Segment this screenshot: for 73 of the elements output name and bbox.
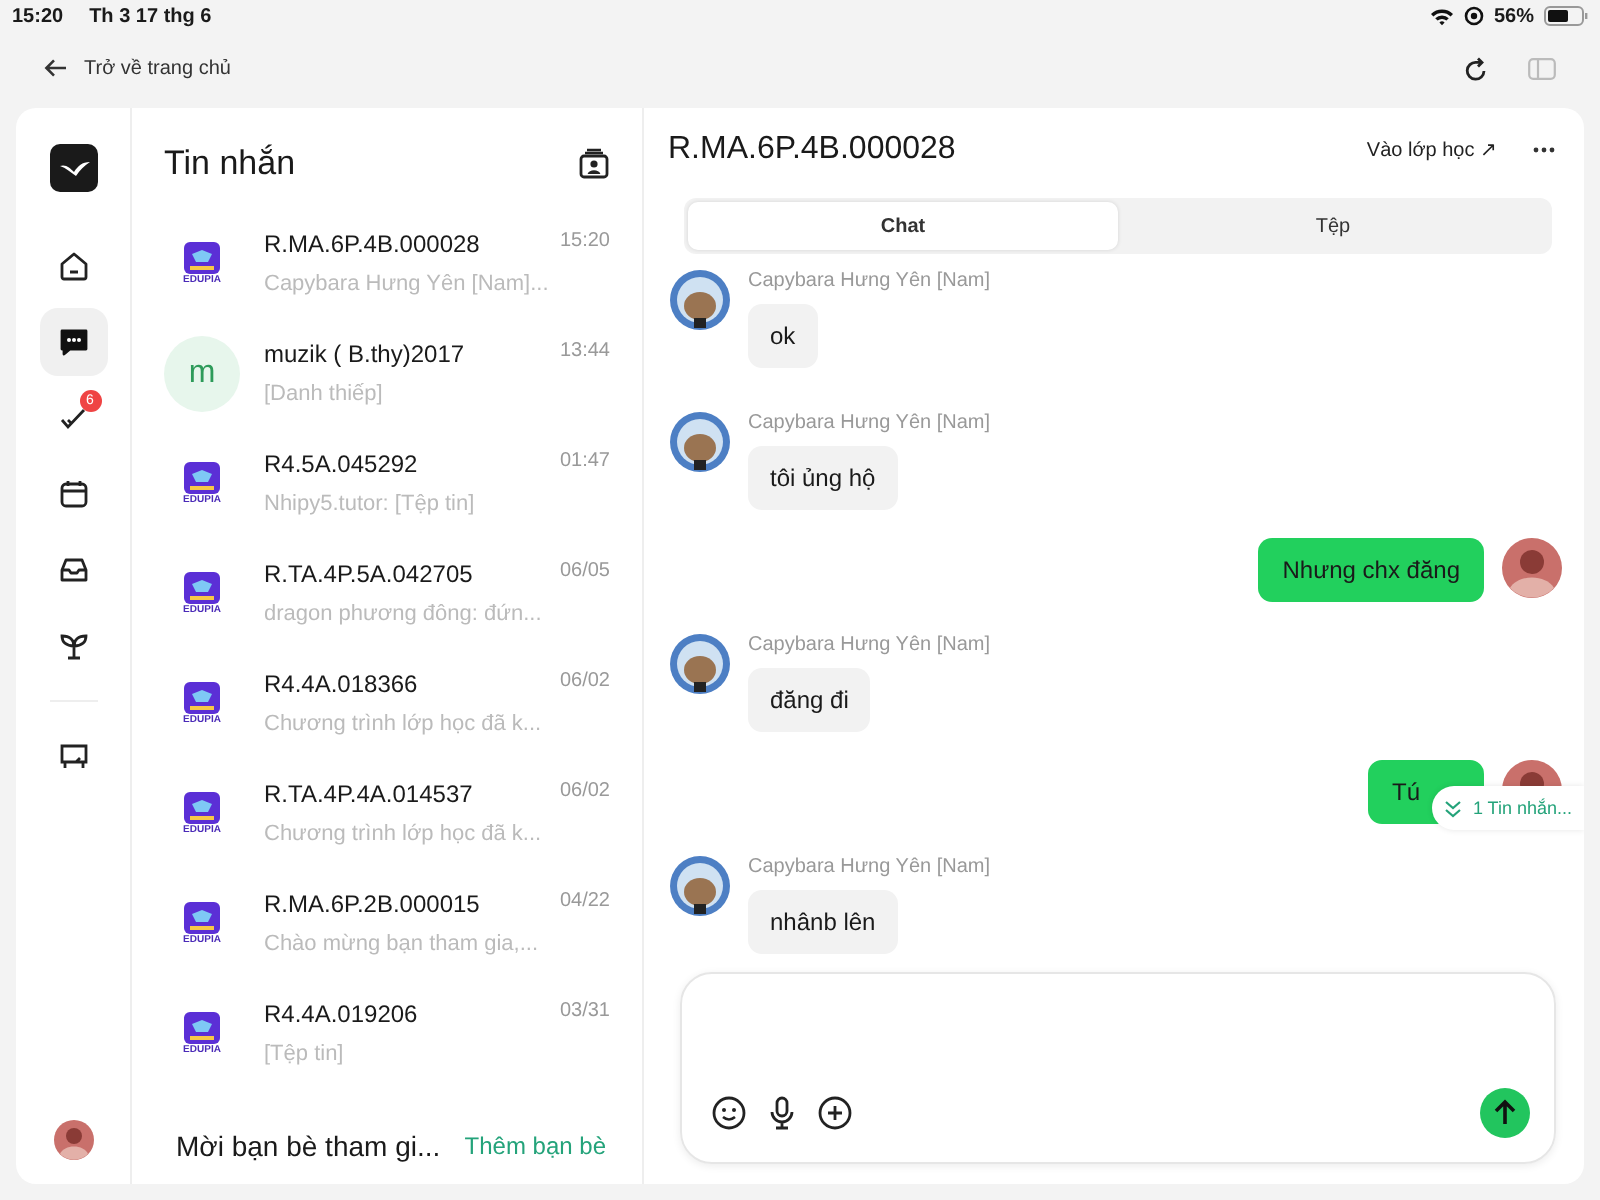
conversation-preview: [Danh thiếp] xyxy=(264,382,385,406)
conversation-name: R4.4A.019206 xyxy=(264,1000,418,1028)
chat-title: R.MA.6P.4B.000028 xyxy=(668,132,956,168)
status-time: 15:20 xyxy=(12,5,64,27)
sender-avatar xyxy=(670,856,730,916)
sender-avatar xyxy=(670,634,730,694)
conversation-time: 04/22 xyxy=(559,890,610,916)
conversation-preview: [Tệp tin] xyxy=(264,1042,346,1066)
sender-name: Capybara Hưng Yên [Nam] xyxy=(748,412,991,434)
message-bubble: đăng đi xyxy=(748,668,871,732)
refresh-icon[interactable] xyxy=(1464,55,1488,81)
sender-avatar xyxy=(670,412,730,472)
conversation-name: R4.4A.018366 xyxy=(264,670,418,698)
conversation-time: 13:44 xyxy=(559,340,610,366)
message-input[interactable] xyxy=(680,972,1556,1164)
my-avatar xyxy=(1502,538,1562,598)
invite-text: Mời bạn bè tham gi... xyxy=(176,1130,441,1162)
conversation-time: 06/05 xyxy=(559,560,610,586)
conversation-time: 06/02 xyxy=(559,670,610,696)
conversation-preview: Capybara Hưng Yên [Nam]... xyxy=(264,272,551,296)
conversation-preview: Chào mừng bạn tham gia,... xyxy=(264,932,540,956)
inbox-icon xyxy=(57,554,89,586)
contacts-icon[interactable] xyxy=(578,148,610,180)
nav-item[interactable] xyxy=(39,308,107,376)
wifi-icon xyxy=(1429,7,1454,25)
conversation-time: 15:20 xyxy=(559,230,610,256)
sender-name: Capybara Hưng Yên [Nam] xyxy=(748,634,991,656)
conversation-name: R.TA.4P.5A.042705 xyxy=(264,560,473,588)
join-class-link[interactable]: Vào lớp học ↗ xyxy=(1366,138,1496,162)
conversation-preview: dragon phương đông: đứn... xyxy=(264,602,544,626)
sprout-icon xyxy=(57,630,89,662)
location-icon xyxy=(1463,6,1484,26)
calendar-icon xyxy=(57,478,89,510)
conversation-time: 06/02 xyxy=(559,780,610,806)
conversation-name: R.MA.6P.2B.000015 xyxy=(264,890,480,918)
conversation-item[interactable]: m muzik ( B.thy)2017 13:44 [Danh thiếp] xyxy=(164,318,642,428)
sender-name: Capybara Hưng Yên [Nam] xyxy=(748,270,991,292)
more-icon[interactable] xyxy=(1532,146,1556,154)
add-icon[interactable] xyxy=(818,1096,852,1130)
back-button[interactable]: Trở về trang chủ xyxy=(40,53,235,83)
back-arrow-icon xyxy=(44,58,68,78)
tab[interactable]: Chat xyxy=(688,202,1118,250)
conversation-name: muzik ( B.thy)2017 xyxy=(264,340,465,368)
send-button[interactable] xyxy=(1480,1088,1530,1138)
message-bubble: ok xyxy=(748,304,818,368)
battery-percent: 56% xyxy=(1493,5,1534,27)
emoji-icon[interactable] xyxy=(712,1096,746,1130)
conversation-time: 03/31 xyxy=(559,1000,610,1026)
chat-icon xyxy=(57,326,89,358)
user-avatar[interactable] xyxy=(53,1120,93,1160)
message-bubble: nhânb lên xyxy=(748,890,898,954)
sender-name: Capybara Hưng Yên [Nam] xyxy=(748,856,991,878)
conversation-time: 01:47 xyxy=(559,450,610,476)
home-icon xyxy=(57,250,89,282)
message-bubble: Nhưng chx đăng xyxy=(1258,538,1484,602)
app-logo-icon xyxy=(49,144,97,192)
message-bubble: tôi ủng hộ xyxy=(748,446,898,510)
tab[interactable]: Tệp xyxy=(1118,202,1548,250)
battery-icon xyxy=(1544,6,1588,26)
list-title: Tin nhắn xyxy=(164,144,296,184)
sidebar-toggle-icon[interactable] xyxy=(1528,57,1556,79)
conversation-preview: Nhipy5.tutor: [Tệp tin] xyxy=(264,492,477,516)
conversation-preview: Chương trình lớp học đã k... xyxy=(264,712,544,736)
sender-avatar xyxy=(670,270,730,330)
conversation-preview: Chương trình lớp học đã k... xyxy=(264,822,544,846)
conversation-name: R4.5A.045292 xyxy=(264,450,418,478)
contact-avatar: m xyxy=(164,335,240,411)
conversation-name: R.TA.4P.4A.014537 xyxy=(264,780,473,808)
status-date: Th 3 17 thg 6 xyxy=(89,5,212,27)
microphone-icon[interactable] xyxy=(768,1096,796,1130)
conversation-name: R.MA.6P.4B.000028 xyxy=(264,230,480,258)
board-icon xyxy=(57,740,89,772)
chevrons-down-icon xyxy=(1444,799,1463,817)
